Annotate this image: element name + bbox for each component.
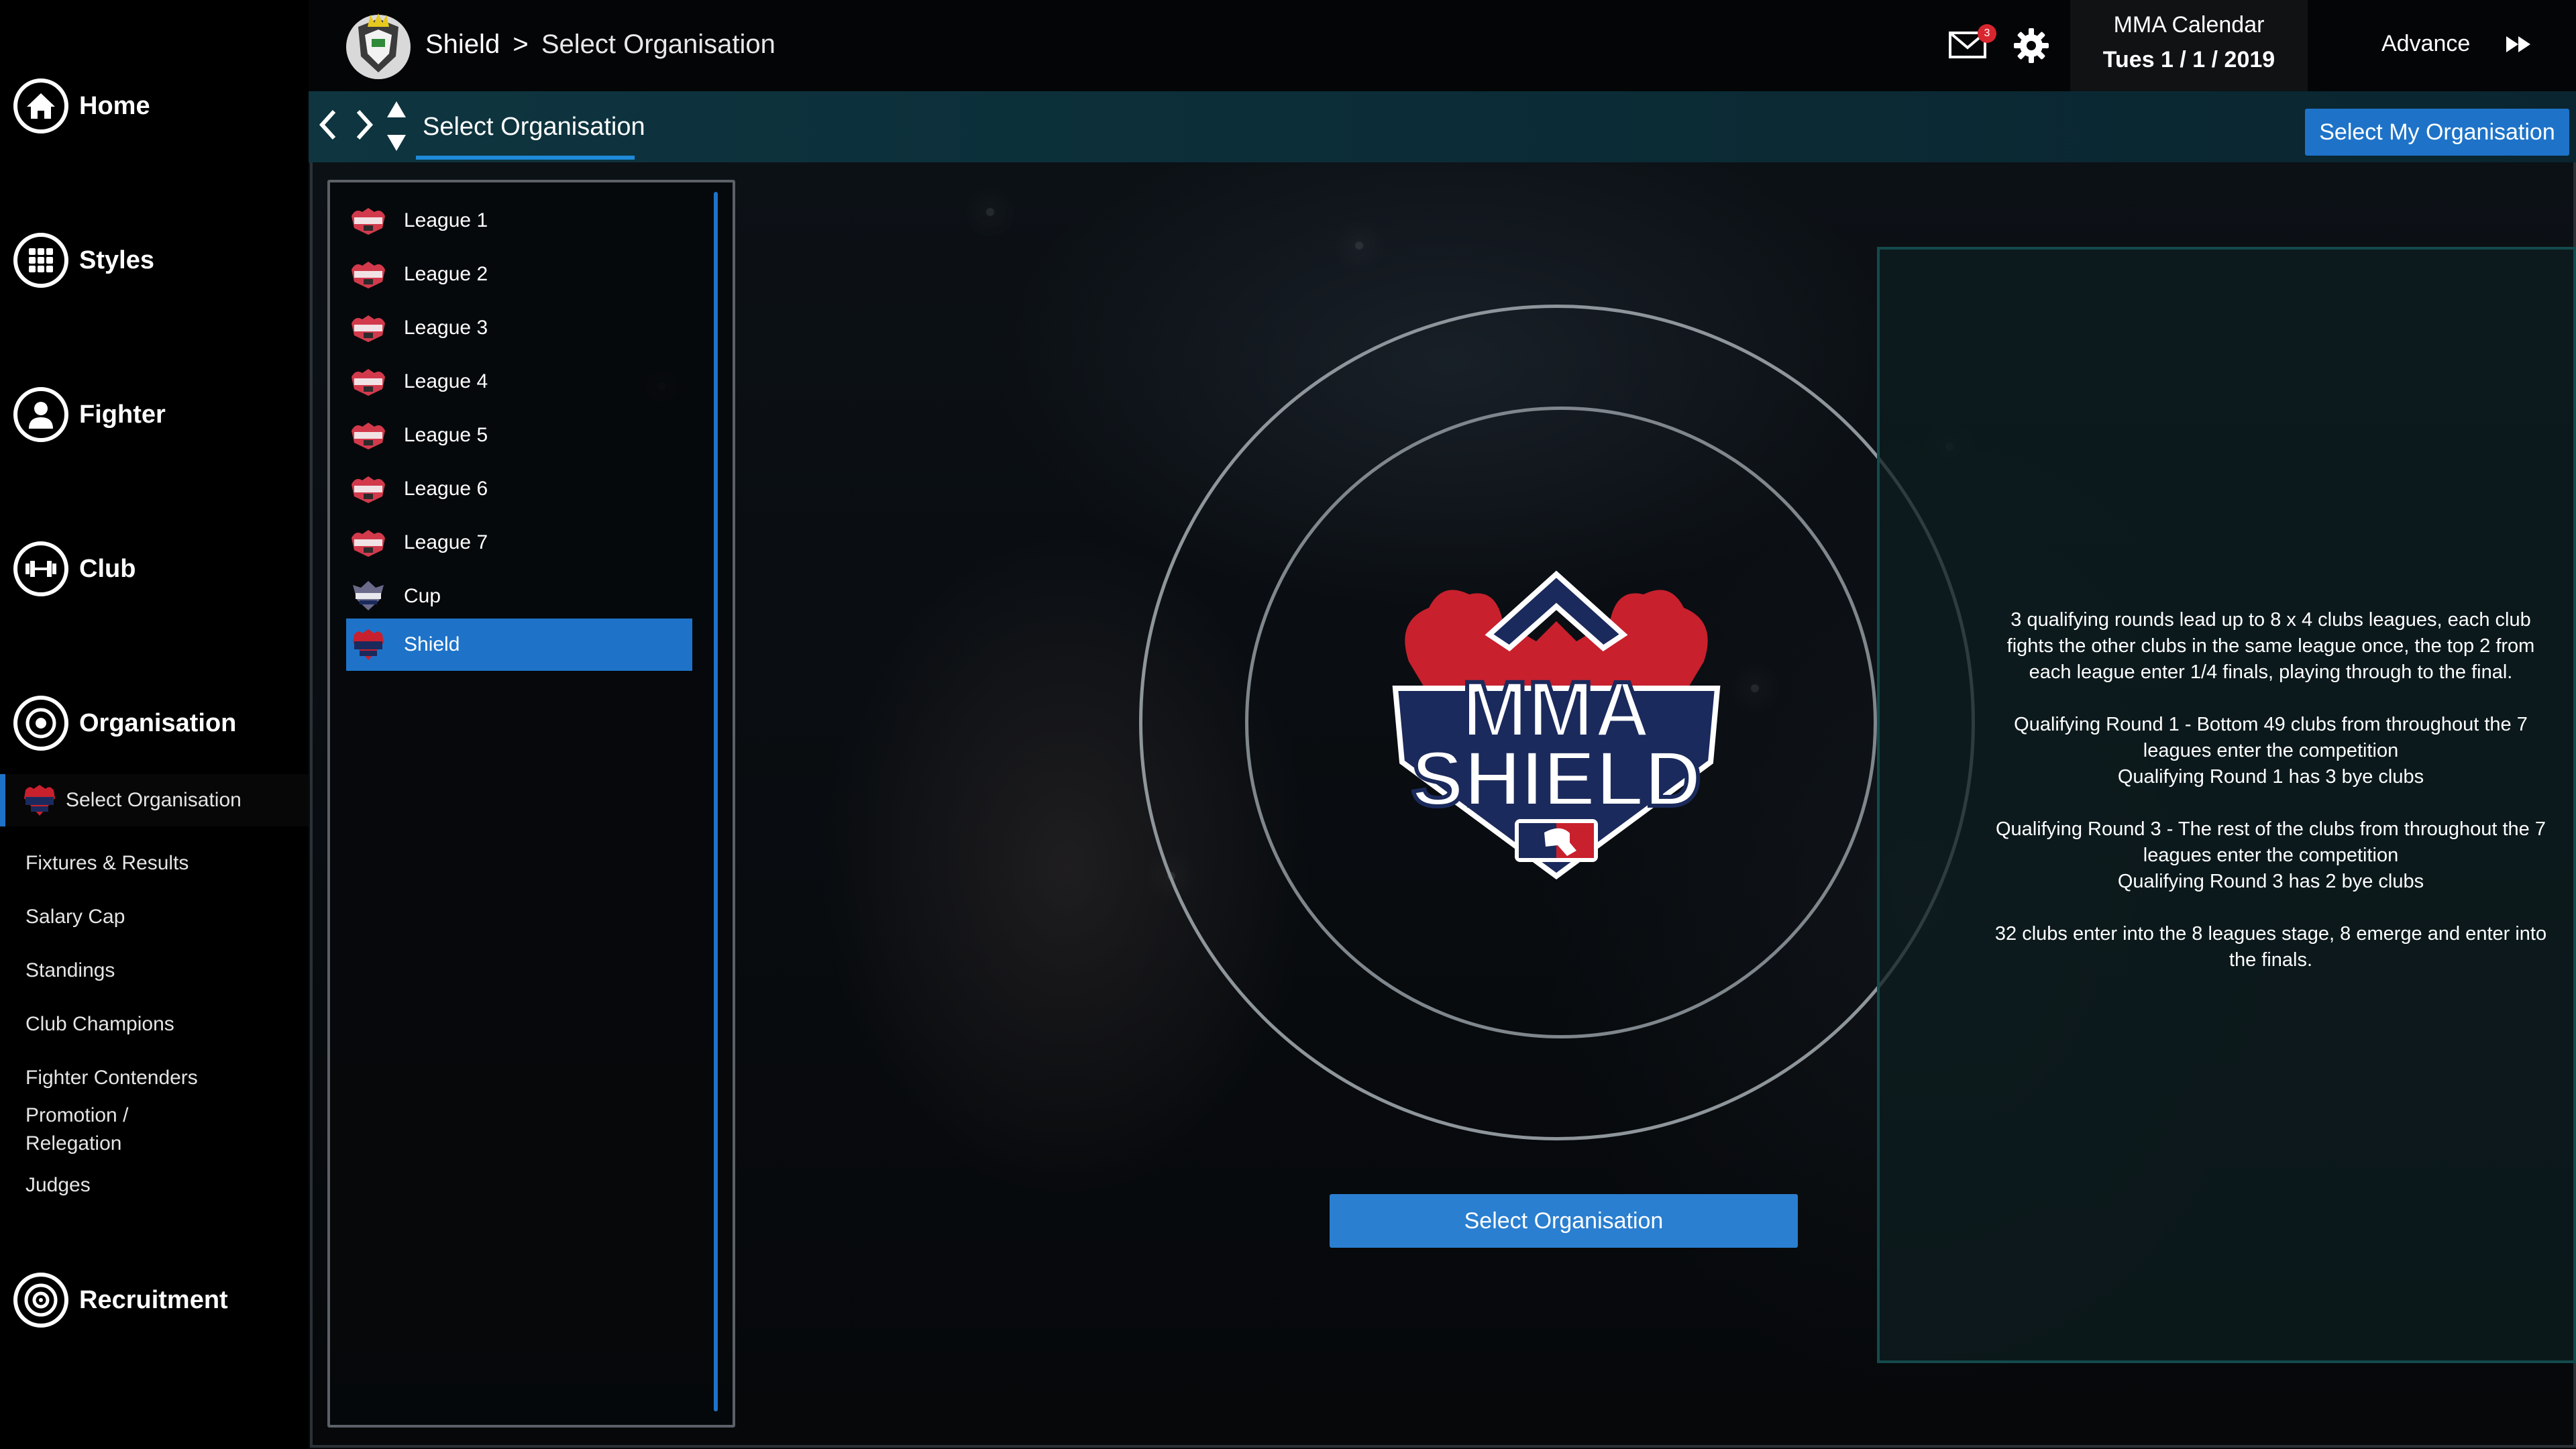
mma-shield-logo: MMA SHIELD <box>1392 570 1721 879</box>
list-item-league-6[interactable]: League 6 <box>346 463 692 515</box>
description-paragraph: Qualifying Round 1 has 3 bye clubs <box>2117 766 2424 788</box>
tab-label: Select Organisation <box>423 113 645 141</box>
submenu-label-line1: Promotion / <box>25 1104 129 1126</box>
chevron-right-icon[interactable] <box>353 105 376 145</box>
submenu-select-organisation[interactable]: Select Organisation <box>0 774 309 826</box>
list-item-label: League 5 <box>404 424 488 446</box>
list-item-cup[interactable]: Cup <box>346 570 692 623</box>
tab-active-underline <box>416 156 635 160</box>
breadcrumb-separator: > <box>513 30 529 59</box>
league-badge-icon <box>352 423 385 449</box>
nav-club[interactable]: Club <box>12 535 136 602</box>
submenu-fighter-contenders[interactable]: Fighter Contenders <box>0 1061 309 1095</box>
submenu-label: Salary Cap <box>25 906 125 928</box>
submenu-label-line2: Relegation <box>25 1132 122 1155</box>
breadcrumb-organisation[interactable]: Shield <box>425 30 500 59</box>
list-item-label: League 1 <box>404 209 488 231</box>
submenu-label: Judges <box>25 1174 91 1196</box>
breadcrumb: Shield > Select Organisation <box>425 30 775 60</box>
mma-shield-icon <box>353 629 384 660</box>
nav-fighter[interactable]: Fighter <box>12 381 166 448</box>
description-paragraph: Qualifying Round 1 - Bottom 49 clubs fro… <box>2014 714 2528 761</box>
sub-header <box>309 91 2576 162</box>
list-item-label: League 3 <box>404 317 488 339</box>
submenu-salary-cap[interactable]: Salary Cap <box>0 900 309 934</box>
list-item-label: League 7 <box>404 531 488 553</box>
calendar-date: Tues 1 / 1 / 2019 <box>2102 47 2275 72</box>
description-paragraph: 32 clubs enter into the 8 leagues stage,… <box>1994 923 2547 971</box>
select-my-organisation-button[interactable]: Select My Organisation <box>2305 109 2569 156</box>
list-item-league-1[interactable]: League 1 <box>346 195 692 247</box>
sidebar: Home Styles Fighter Club Organisation Re… <box>0 0 309 1449</box>
nav-recruitment-label: Recruitment <box>79 1285 228 1314</box>
breadcrumb-current-page: Select Organisation <box>541 30 775 59</box>
nav-styles[interactable]: Styles <box>12 227 154 294</box>
chevron-left-icon[interactable] <box>317 105 339 145</box>
nav-fighter-label: Fighter <box>79 400 166 429</box>
submenu-label: Select Organisation <box>66 789 241 811</box>
nav-home[interactable]: Home <box>12 72 150 140</box>
submenu-fixtures-results[interactable]: Fixtures & Results <box>0 847 309 880</box>
select-organisation-button[interactable]: Select Organisation <box>1330 1194 1798 1248</box>
mail-count-badge: 3 <box>1978 24 1996 43</box>
list-item-label: League 6 <box>404 478 488 500</box>
list-item-label: League 4 <box>404 370 488 392</box>
submenu-club-champions[interactable]: Club Champions <box>0 1008 309 1041</box>
description-paragraph: 3 qualifying rounds lead up to 8 x 4 clu… <box>2006 609 2535 683</box>
list-item-league-2[interactable]: League 2 <box>346 248 692 301</box>
submenu-label: Standings <box>25 959 115 981</box>
nav-home-label: Home <box>79 91 150 120</box>
nav-organisation[interactable]: Organisation <box>12 690 236 757</box>
active-indicator <box>0 774 5 826</box>
list-item-league-5[interactable]: League 5 <box>346 409 692 462</box>
home-icon <box>12 77 70 135</box>
list-item-label: League 2 <box>404 263 488 285</box>
arrow-down-icon[interactable] <box>385 133 408 153</box>
description-paragraph: Qualifying Round 3 - The rest of the clu… <box>1996 818 2546 866</box>
league-badge-icon <box>352 476 385 503</box>
advance-button[interactable]: Advance <box>2308 0 2576 91</box>
list-item-league-3[interactable]: League 3 <box>346 302 692 354</box>
arrow-up-icon[interactable] <box>385 99 408 119</box>
league-badge-icon <box>352 315 385 342</box>
list-item-league-4[interactable]: League 4 <box>346 356 692 408</box>
submenu-promotion-relegation[interactable]: Promotion / Relegation <box>0 1100 309 1162</box>
calendar-title: MMA Calendar <box>2113 12 2265 38</box>
logo-text-shield: SHIELD <box>1411 735 1702 823</box>
league-badge-icon <box>352 530 385 557</box>
target-icon <box>12 1271 70 1329</box>
description-text: 3 qualifying rounds lead up to 8 x 4 clu… <box>1986 607 2556 1000</box>
advance-label: Advance <box>2381 31 2471 56</box>
cup-badge-icon <box>353 581 384 610</box>
list-scrollbar[interactable] <box>714 192 718 1411</box>
submenu-standings[interactable]: Standings <box>0 954 309 987</box>
list-item-label: Shield <box>404 633 460 655</box>
list-item-shield[interactable]: Shield <box>346 619 692 671</box>
person-icon <box>12 386 70 443</box>
gear-icon[interactable] <box>2012 27 2050 64</box>
league-badge-icon <box>352 369 385 396</box>
submenu-label: Club Champions <box>25 1013 174 1035</box>
list-item-league-7[interactable]: League 7 <box>346 517 692 569</box>
submenu-label: Fighter Contenders <box>25 1067 198 1089</box>
calendar-panel: MMA Calendar Tues 1 / 1 / 2019 <box>2070 0 2308 91</box>
organisation-crest-icon <box>346 13 411 79</box>
nav-club-label: Club <box>79 554 136 583</box>
list-item-label: Cup <box>404 585 441 607</box>
submenu-judges[interactable]: Judges <box>0 1169 309 1202</box>
fast-forward-icon <box>2506 36 2530 52</box>
league-badge-icon <box>352 208 385 235</box>
organisation-icon <box>12 694 70 752</box>
nav-recruitment[interactable]: Recruitment <box>12 1267 228 1334</box>
grid-icon <box>12 231 70 289</box>
nav-organisation-label: Organisation <box>79 708 237 737</box>
submenu-label: Fixtures & Results <box>25 852 189 874</box>
description-paragraph: Qualifying Round 3 has 2 bye clubs <box>2117 871 2424 892</box>
league-badge-icon <box>352 262 385 288</box>
mma-shield-icon <box>24 785 55 816</box>
nav-styles-label: Styles <box>79 246 154 274</box>
dumbbell-icon <box>12 540 70 598</box>
